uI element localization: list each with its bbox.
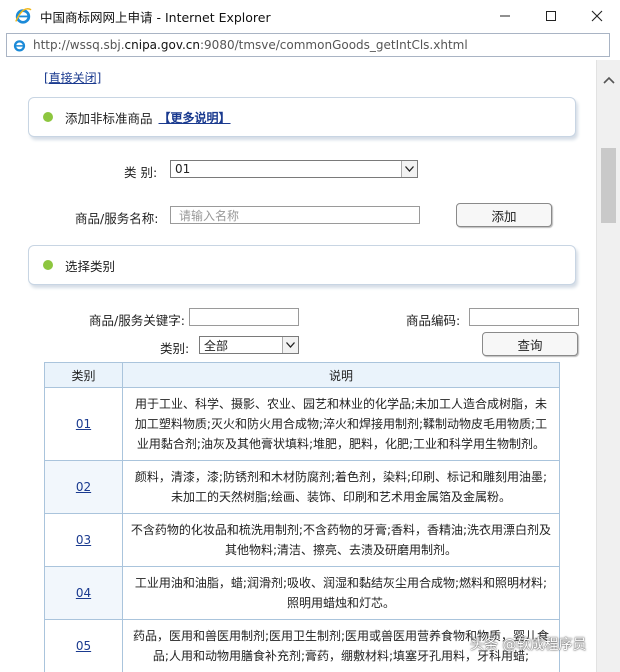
maximize-button[interactable] xyxy=(528,0,574,32)
chevron-down-icon xyxy=(401,161,417,177)
minimize-button[interactable] xyxy=(482,0,528,32)
address-bar[interactable]: http://wssq.sbj.cnipa.gov.cn:9080/tmsve/… xyxy=(6,33,610,57)
category-code-link[interactable]: 02 xyxy=(44,460,123,514)
window-titlebar: 中国商标网网上申请 - Internet Explorer xyxy=(0,0,620,32)
table-row: 01 用于工业、科学、摄影、农业、园艺和林业的化学品;未加工人造合成树脂，未加工… xyxy=(44,387,560,461)
name-placeholder: 请输入名称 xyxy=(179,208,240,223)
section-title: 添加非标准商品 xyxy=(65,110,153,126)
search-button[interactable]: 查询 xyxy=(482,332,578,356)
table-row: 02 颜料，清漆，漆;防锈剂和木材防腐剂;着色剂，染料;印刷、标记和雕刻用油墨;… xyxy=(44,460,560,514)
add-button[interactable]: 添加 xyxy=(456,203,552,227)
close-icon xyxy=(591,10,603,22)
minimize-icon xyxy=(500,15,510,17)
chevron-up-icon xyxy=(602,76,615,84)
filter-category-label: 类别: xyxy=(160,341,190,356)
category-description: 用于工业、科学、摄影、农业、园艺和林业的化学品;未加工人造合成树脂，未加工塑料物… xyxy=(122,387,560,461)
scroll-up-button[interactable] xyxy=(597,60,620,100)
name-input[interactable]: 请输入名称 xyxy=(170,206,420,224)
filter-category-value: 全部 xyxy=(204,338,229,353)
category-code-link[interactable]: 01 xyxy=(44,387,123,461)
green-dot-icon xyxy=(43,260,53,270)
category-description: 颜料，清漆，漆;防锈剂和木材防腐剂;着色剂，染料;印刷、标记和雕刻用油墨;未加工… xyxy=(122,460,560,514)
column-header-description: 说明 xyxy=(122,362,560,388)
category-code-link[interactable]: 03 xyxy=(44,513,123,567)
internet-explorer-icon xyxy=(15,8,32,24)
more-info-link[interactable]: 【更多说明】 xyxy=(159,109,231,126)
category-code-link[interactable]: 05 xyxy=(44,619,123,672)
column-header-category: 类别 xyxy=(44,362,123,388)
category-table: 类别 说明 01 用于工业、科学、摄影、农业、园艺和林业的化学品;未加工人造合成… xyxy=(44,362,560,672)
select-category-section: 选择类别 xyxy=(28,245,576,285)
table-row: 03 不含药物的化妆品和梳洗用制剂;不含药物的牙膏;香料，香精油;洗衣用漂白剂及… xyxy=(44,513,560,567)
keyword-input[interactable] xyxy=(189,308,299,326)
goods-code-label: 商品编码: xyxy=(406,313,461,328)
category-select[interactable]: 01 xyxy=(170,160,418,178)
table-row: 04 工业用油和油脂，蜡;润滑剂;吸收、润湿和黏结灰尘用合成物;燃料和照明材料;… xyxy=(44,566,560,620)
goods-code-input[interactable] xyxy=(469,308,579,326)
category-description: 不含药物的化妆品和梳洗用制剂;不含药物的牙膏;香料，香精油;洗衣用漂白剂及其他物… xyxy=(122,513,560,567)
watermark-text: 头条 @软成程序员 xyxy=(470,637,587,653)
url-text: http://wssq.sbj.cnipa.gov.cn:9080/tmsve/… xyxy=(33,38,468,52)
vertical-scrollbar[interactable] xyxy=(596,60,620,672)
maximize-icon xyxy=(546,11,556,21)
category-label: 类 别: xyxy=(124,165,158,180)
section-title: 选择类别 xyxy=(65,258,116,274)
green-dot-icon xyxy=(43,112,53,122)
close-directly-link[interactable]: [直接关闭] xyxy=(44,69,101,86)
window-title: 中国商标网网上申请 - Internet Explorer xyxy=(40,9,271,25)
category-value: 01 xyxy=(175,162,191,176)
filter-category-select[interactable]: 全部 xyxy=(199,336,299,354)
category-code-link[interactable]: 04 xyxy=(44,566,123,620)
scroll-thumb[interactable] xyxy=(601,148,616,223)
chevron-down-icon xyxy=(282,337,298,353)
close-window-button[interactable] xyxy=(574,0,620,32)
name-label: 商品/服务名称: xyxy=(75,211,159,226)
add-nonstandard-section: 添加非标准商品 【更多说明】 xyxy=(28,97,576,137)
category-description: 工业用油和油脂，蜡;润滑剂;吸收、润湿和黏结灰尘用合成物;燃料和照明材料;照明用… xyxy=(122,566,560,620)
keyword-label: 商品/服务关键字: xyxy=(89,313,185,328)
page-favicon-icon xyxy=(13,39,26,51)
page-content: [直接关闭] 添加非标准商品 【更多说明】 类 别: 01 商品/服务名称: 请… xyxy=(0,60,596,672)
